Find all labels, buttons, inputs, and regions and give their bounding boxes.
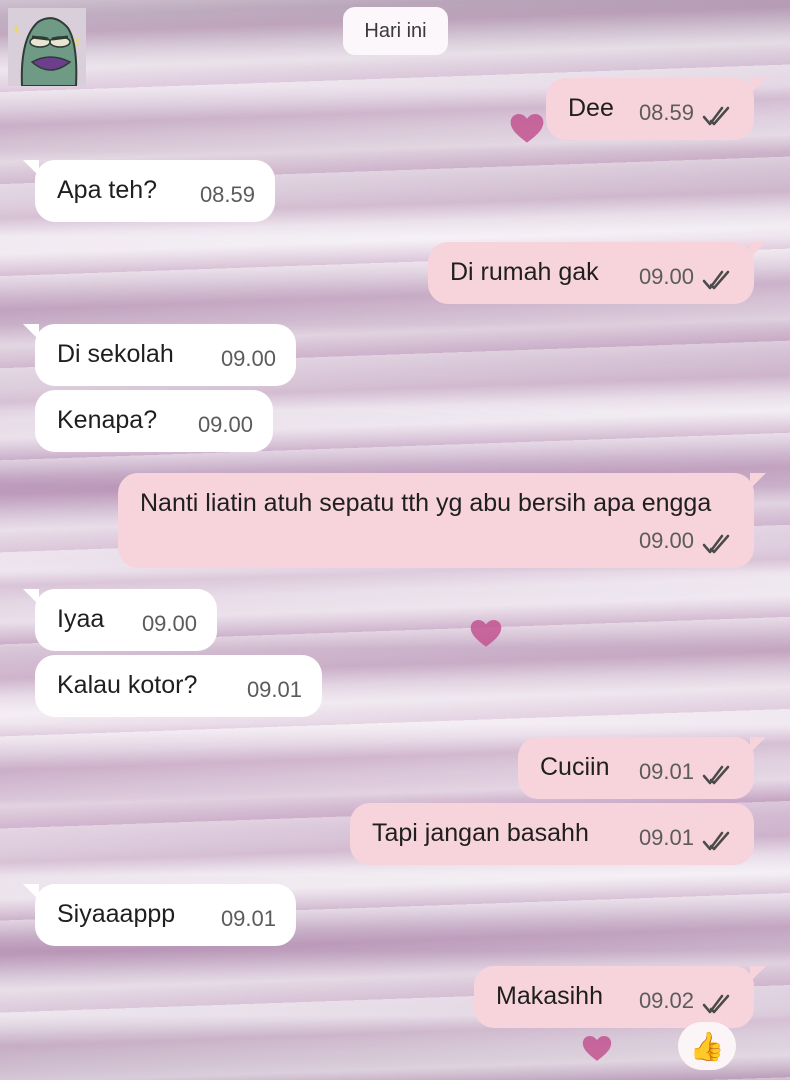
message-text: Makasihh (496, 982, 603, 1010)
heart-icon (510, 114, 544, 143)
message-text: Siyaaappp (57, 900, 176, 928)
message-time: 09.01 (638, 825, 694, 850)
double-check-icon (702, 106, 730, 126)
outgoing-message-bubble[interactable]: Cuciin 09.01 (518, 737, 766, 799)
message-time: 09.01 (246, 677, 302, 702)
heart-icon (582, 1036, 612, 1061)
message-text: Nanti liatin atuh sepatu tth yg abu bers… (140, 489, 712, 517)
outgoing-message-bubble[interactable]: Di rumah gak 09.00 (428, 242, 766, 304)
message-text: Cuciin (540, 753, 610, 781)
message-text: Iyaa (57, 605, 105, 633)
date-separator-label: Hari ini (364, 19, 427, 42)
incoming-message-bubble[interactable]: Siyaaappp 09.01 (23, 884, 296, 946)
message-time: 09.01 (638, 759, 694, 784)
message-time: 09.00 (197, 412, 253, 437)
double-check-icon (702, 765, 730, 785)
message-text: Dee (568, 94, 614, 122)
date-separator-chip: Hari ini (343, 7, 448, 55)
outgoing-message-bubble[interactable]: Nanti liatin atuh sepatu tth yg abu bers… (118, 473, 766, 568)
message-time: 08.59 (199, 182, 255, 207)
heart-icon (470, 620, 502, 647)
message-text: Di rumah gak (450, 258, 599, 286)
message-time: 08.59 (638, 100, 694, 125)
incoming-message-bubble[interactable]: Di sekolah 09.00 (23, 324, 296, 386)
outgoing-message-bubble[interactable]: Makasihh 09.02 (474, 966, 766, 1028)
message-time: 09.01 (220, 906, 276, 931)
double-check-icon (702, 831, 730, 851)
message-time: 09.02 (638, 988, 694, 1013)
message-time: 09.00 (141, 611, 197, 636)
double-check-icon (702, 994, 730, 1014)
incoming-message-bubble[interactable]: Iyaa 09.00 (23, 589, 217, 651)
outgoing-message-bubble[interactable]: Tapi jangan basahh 09.01 (350, 803, 754, 865)
double-check-icon (702, 534, 730, 554)
message-text: Di sekolah (57, 340, 174, 368)
message-text: Tapi jangan basahh (372, 819, 589, 847)
message-text: Apa teh? (57, 176, 158, 204)
message-text: Kalau kotor? (57, 671, 198, 699)
message-reaction-badge[interactable]: 👍 (678, 1022, 736, 1070)
thumbs-up-icon: 👍 (689, 1030, 725, 1062)
incoming-message-bubble[interactable]: Kalau kotor? 09.01 (35, 655, 322, 717)
outgoing-message-bubble[interactable]: Dee 08.59 (546, 78, 766, 140)
message-time: 09.00 (638, 528, 694, 553)
message-time: 09.00 (638, 264, 694, 289)
contact-avatar[interactable] (8, 8, 86, 86)
cartoon-avatar-icon (8, 8, 86, 86)
message-time: 09.00 (220, 346, 276, 371)
incoming-message-bubble[interactable]: Apa teh? 08.59 (23, 160, 275, 222)
incoming-message-bubble[interactable]: Kenapa? 09.00 (35, 390, 273, 452)
double-check-icon (702, 270, 730, 290)
message-text: Kenapa? (57, 406, 158, 434)
